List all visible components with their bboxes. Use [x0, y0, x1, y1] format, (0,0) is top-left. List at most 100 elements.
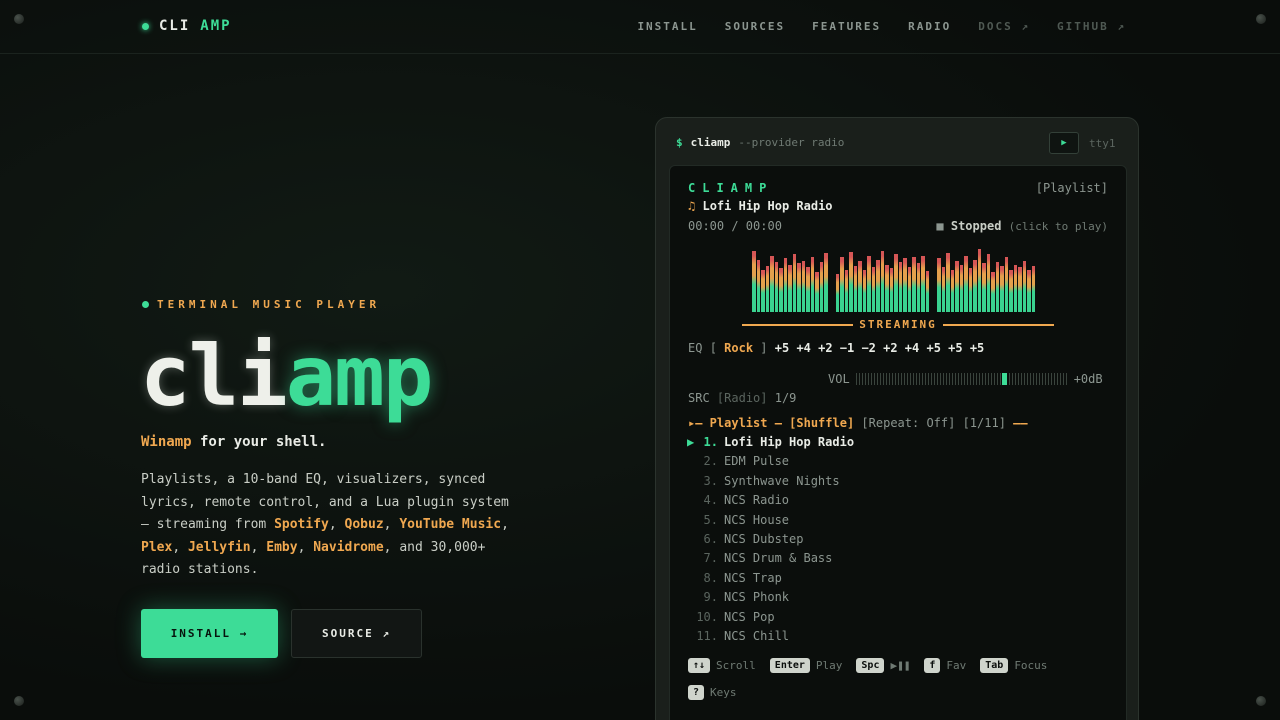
playlist-item[interactable]: 11. NCS Chill [688, 629, 854, 648]
install-button[interactable]: INSTALL → [141, 609, 278, 658]
source-button[interactable]: SOURCE ↗ [291, 609, 422, 658]
nav-link-github[interactable]: GITHUB ↗ [1057, 20, 1126, 33]
source-count: 1/9 [774, 391, 797, 405]
tty-label: tty1 [1089, 137, 1116, 150]
playlist-title: ▸— Playlist — [688, 416, 782, 430]
playlist-item[interactable]: 4. NCS Radio [688, 493, 854, 512]
visualizer-bar [871, 267, 875, 312]
eq-row[interactable]: EQ [ Rock ] +5 +4 +2 −1 −2 +2 +4 +5 +5 +… [688, 341, 984, 355]
desc-sep: , [328, 517, 345, 532]
nav-link-docs[interactable]: DOCS ↗ [978, 20, 1030, 33]
playlist-item[interactable]: 3. Synthwave Nights [688, 474, 854, 493]
visualizer-bar [995, 262, 999, 312]
visualizer-bar [819, 262, 823, 312]
visualizer-bar [788, 265, 792, 312]
visualizer-bar [752, 251, 756, 312]
playlist: ▶ 1. Lofi Hip Hop Radio 2. EDM Pulse 3. Synthw… [687, 435, 854, 648]
visualizer-bar [986, 254, 990, 312]
visualizer-bar [770, 256, 774, 312]
visualizer-bar [756, 260, 760, 312]
nav-link-radio[interactable]: RADIO [908, 20, 951, 33]
corner-screw [1256, 696, 1266, 706]
visualizer-bar [968, 268, 972, 312]
desc-qobuz: Qobuz [344, 517, 384, 532]
playlist-rule: —— [1013, 416, 1028, 430]
music-note-icon: ♫ [688, 199, 696, 213]
streaming-line-right [942, 323, 1055, 326]
nav-link-sources[interactable]: SOURCES [725, 20, 785, 33]
playlist-item[interactable]: 9. NCS Phonk [688, 590, 854, 609]
playlist-item-number: 2. [703, 454, 718, 469]
desc-jellyfin: Jellyfin [187, 539, 251, 555]
key-cap: Enter [769, 658, 810, 673]
playlist-item[interactable]: 10. NCS Pop [688, 610, 854, 629]
hero-title: cliamp [140, 326, 434, 426]
keybinding: Enter Play [769, 658, 843, 673]
key-label: Fav [946, 659, 967, 672]
visualizer-bar [779, 268, 783, 312]
key-cap: ? [688, 685, 705, 700]
hero-title-amp: amp [285, 327, 434, 425]
source-value: [Radio] [716, 391, 768, 405]
tagline-rest: for your shell. [191, 434, 327, 450]
stop-icon: ■ [936, 219, 944, 233]
playlist-item-number: 11. [696, 628, 718, 643]
visualizer-bar [876, 260, 880, 312]
playlist-item[interactable]: 2. EDM Pulse [688, 454, 854, 473]
source-row[interactable]: SRC [Radio] 1/9 [688, 391, 796, 405]
volume-knob[interactable] [1001, 373, 1007, 385]
playlist-item[interactable]: 5. NCS House [688, 513, 854, 532]
playlist-header: ▸— Playlist — [Shuffle] [Repeat: Off] [1… [688, 416, 1028, 430]
visualizer-bar [894, 254, 898, 312]
visualizer-bar [898, 262, 902, 312]
playlist-item-name: Synthwave Nights [724, 473, 840, 488]
playlist-item[interactable]: 8. NCS Trap [688, 571, 854, 590]
status-hint: (click to play) [1008, 220, 1108, 233]
playlist-item-name: NCS Phonk [724, 590, 790, 605]
visualizer-bar [849, 252, 853, 312]
visualizer-bar [765, 266, 769, 312]
volume-db: +0dB [1073, 372, 1103, 386]
visualizer-bar [1004, 257, 1008, 312]
keybinding: ? Keys [688, 685, 737, 700]
key-label: Play [815, 659, 843, 672]
shuffle-toggle[interactable]: [Shuffle] [789, 416, 854, 430]
play-button[interactable]: ▶ [1049, 132, 1079, 154]
view-tag[interactable]: [Playlist] [1036, 181, 1108, 195]
visualizer-bar [1031, 266, 1035, 312]
status-text: Stopped [950, 219, 1002, 233]
playlist-item[interactable]: 6. NCS Dubstep [688, 532, 854, 551]
desc-sep: , [383, 517, 400, 532]
playback-status[interactable]: ■ Stopped (click to play) [936, 219, 1108, 233]
playlist-item[interactable]: ▶ 1. Lofi Hip Hop Radio [687, 435, 854, 454]
eq-label: EQ [688, 341, 703, 355]
key-label: Keys [710, 686, 737, 699]
desc-sep: , [250, 539, 267, 555]
logo[interactable]: CLI AMP [142, 18, 232, 34]
keybinding: ↑↓ Scroll [688, 658, 756, 673]
visualizer-bar [903, 258, 907, 312]
visualizer-bar [840, 257, 844, 312]
repeat-toggle[interactable]: [Repeat: Off] [861, 416, 955, 430]
visualizer-bar [946, 253, 950, 312]
desc-plex: Plex [141, 539, 173, 555]
volume-slider[interactable] [855, 373, 1068, 385]
corner-screw [14, 696, 24, 706]
key-cap: Spc [856, 658, 885, 673]
eq-preset[interactable]: Rock [724, 341, 753, 355]
visualizer-bar [1000, 266, 1004, 312]
nav-link-features[interactable]: FEATURES [812, 20, 881, 33]
nav-link-install[interactable]: INSTALL [637, 20, 697, 33]
visualizer-bar [774, 262, 778, 312]
key-label: Scroll [716, 659, 756, 672]
visualizer-bar [792, 254, 796, 312]
key-label: Focus [1014, 659, 1048, 672]
playlist-item[interactable]: 7. NCS Drum & Bass [688, 551, 854, 570]
key-label: ▶❚❚ [890, 659, 911, 672]
visualizer-bar [801, 261, 805, 312]
command-name: cliamp [690, 136, 731, 149]
visualizer-bar [964, 256, 968, 312]
status-dot-icon [142, 22, 149, 30]
playlist-item-name: NCS House [724, 512, 790, 527]
streaming-line-left [742, 323, 854, 326]
